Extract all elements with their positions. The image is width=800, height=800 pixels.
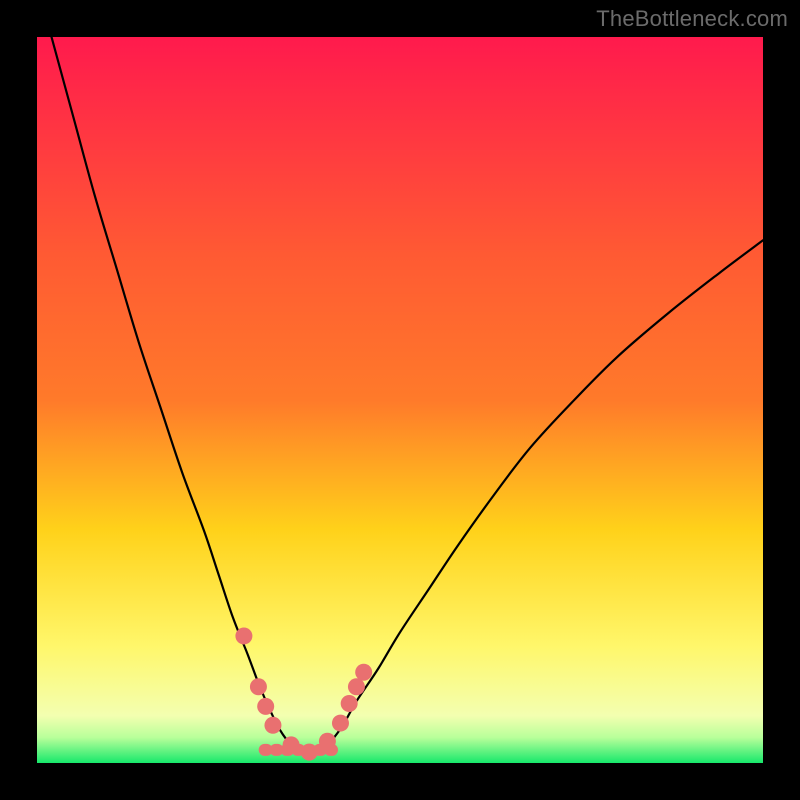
curve-marker (348, 678, 365, 695)
chart-frame: TheBottleneck.com (0, 0, 800, 800)
watermark-text: TheBottleneck.com (596, 6, 788, 32)
curve-marker (257, 698, 274, 715)
curve-marker (301, 744, 318, 761)
curve-marker (355, 664, 372, 681)
chart-svg (37, 37, 763, 763)
gradient-background (37, 37, 763, 763)
curve-marker (283, 736, 300, 753)
curve-marker (235, 627, 252, 644)
bottleneck-chart (37, 37, 763, 763)
curve-marker (332, 715, 349, 732)
curve-marker (264, 717, 281, 734)
curve-marker (319, 733, 336, 750)
curve-marker (250, 678, 267, 695)
curve-marker (341, 695, 358, 712)
